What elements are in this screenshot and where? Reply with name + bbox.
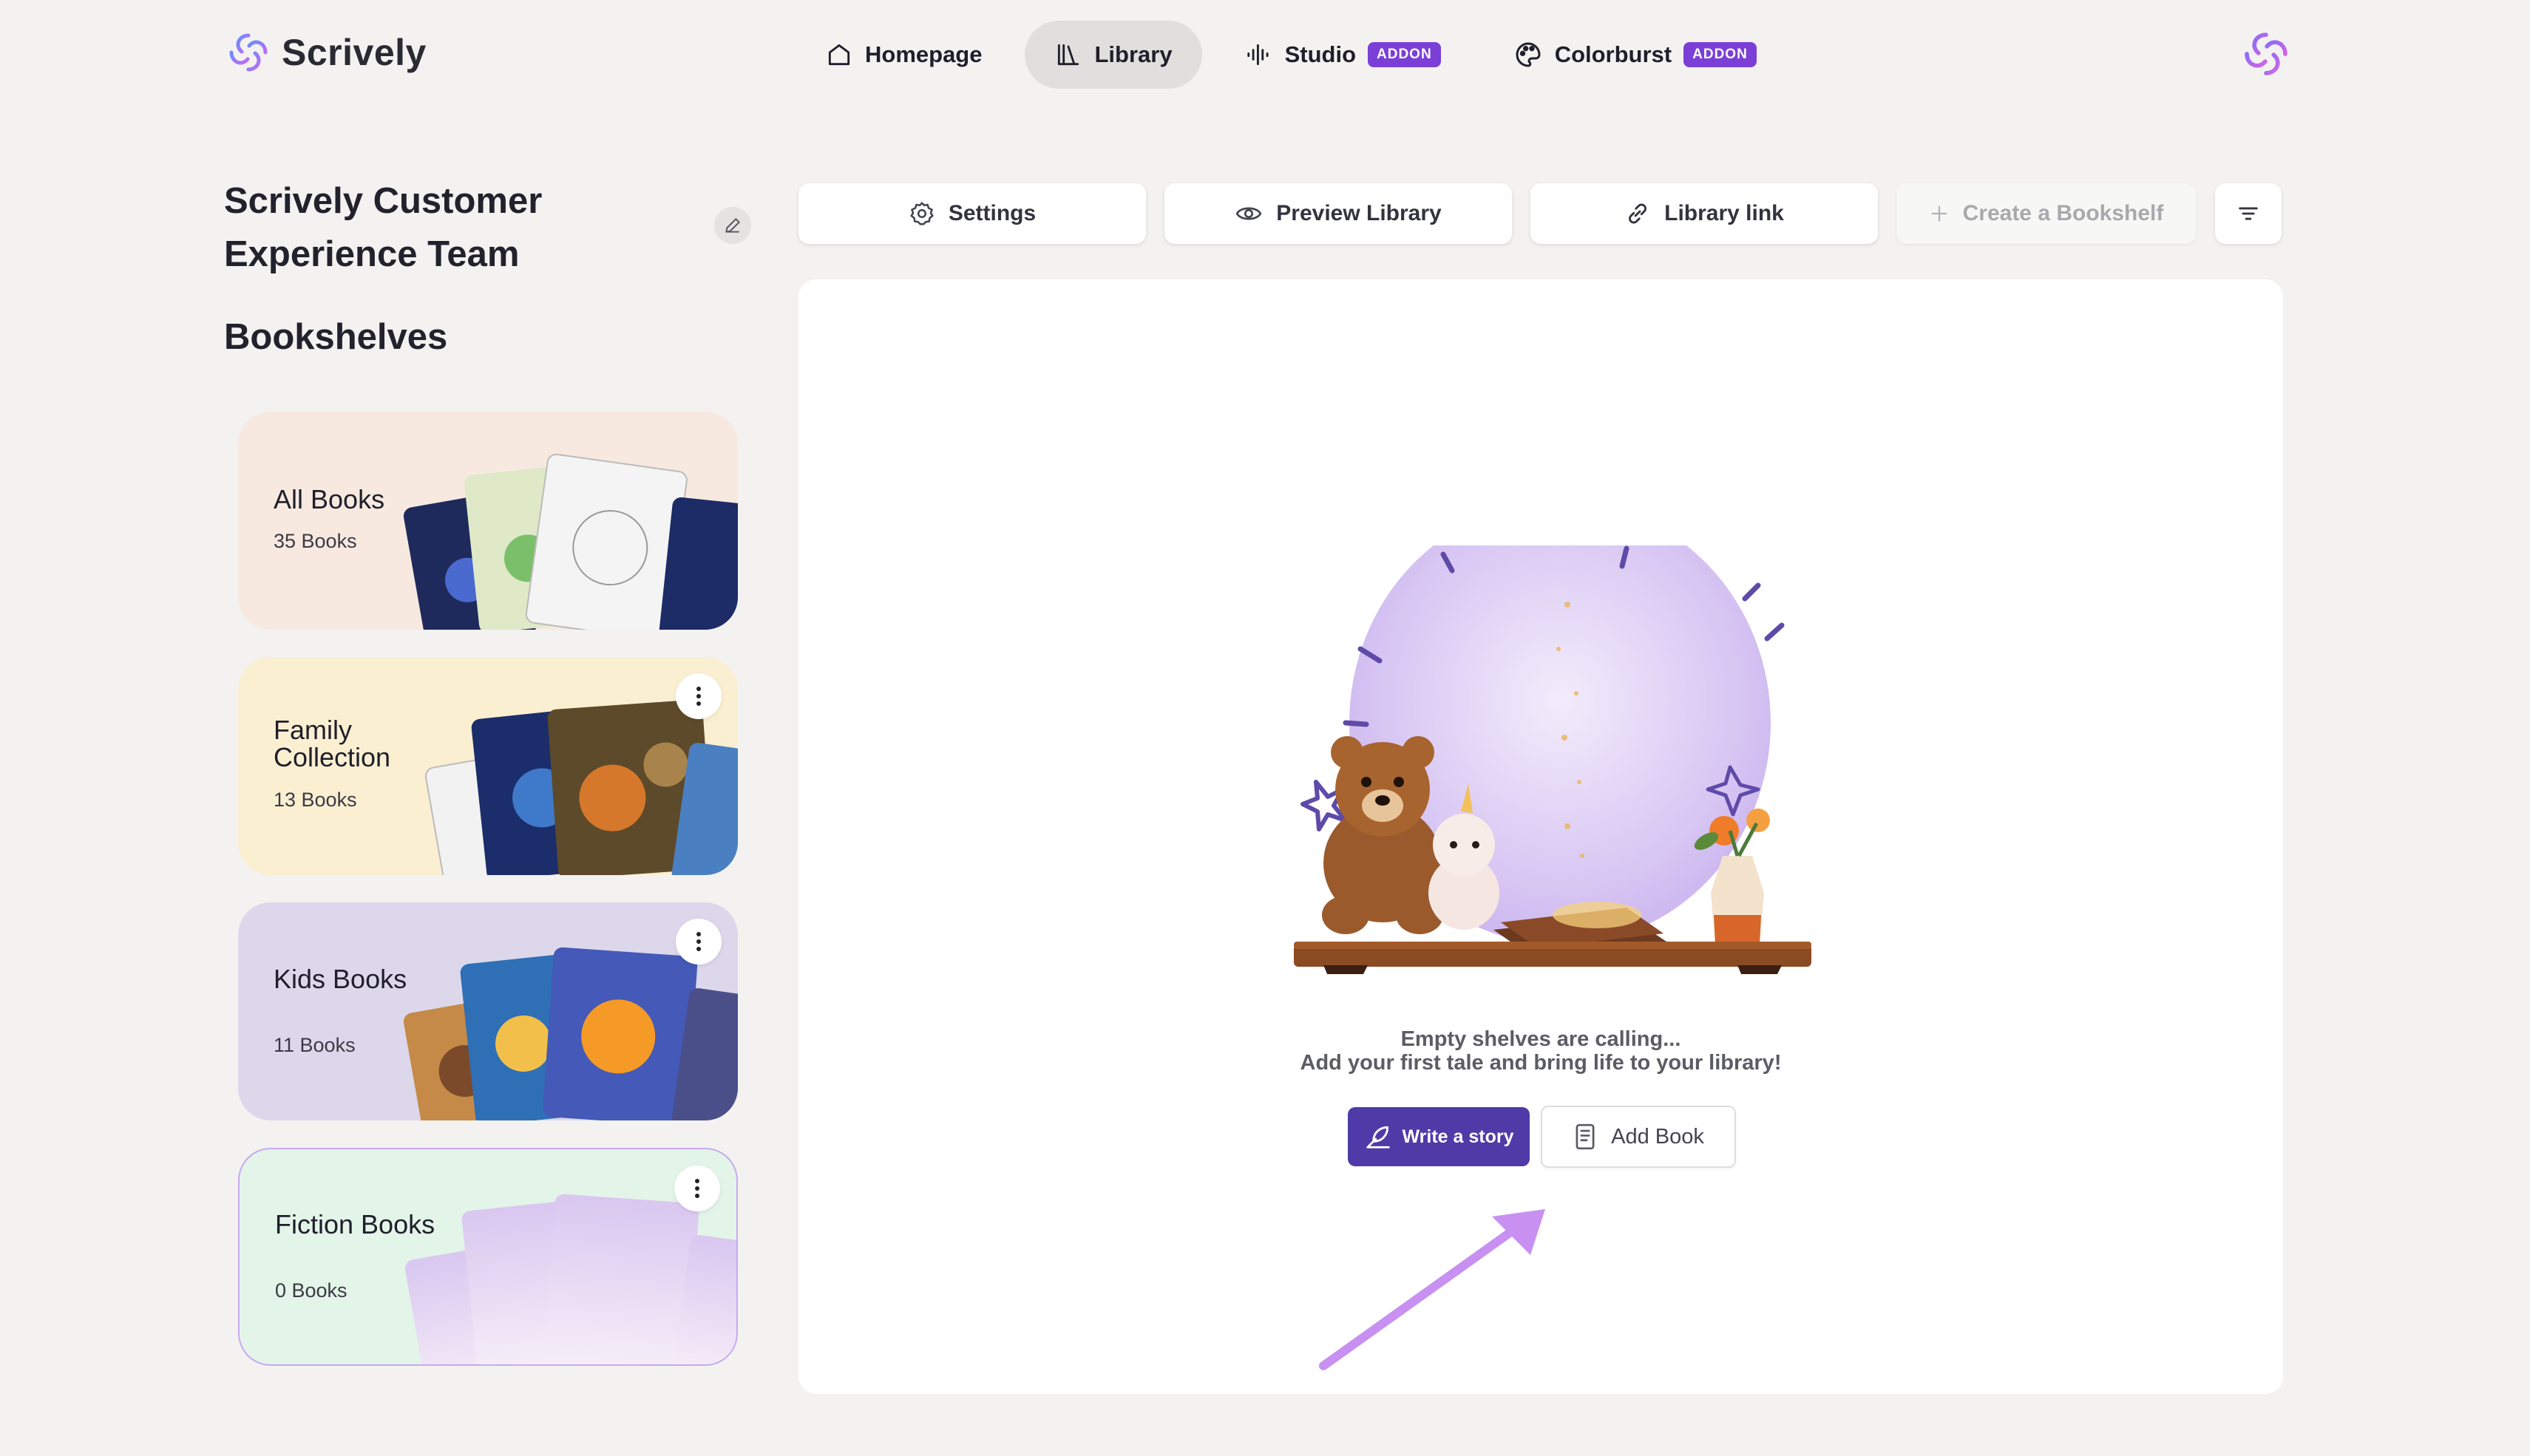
bookshelf-card-kids-books[interactable]: Kids Books 11 Books <box>238 902 738 1120</box>
home-icon <box>828 44 850 66</box>
bookshelf-card-family-collection[interactable]: Family Collection 13 Books <box>238 657 738 875</box>
bookshelf-card-all-books[interactable]: All Books 35 Books <box>238 412 738 630</box>
create-bookshelf-label: Create a Bookshelf <box>1962 201 2164 225</box>
shelf-menu-button[interactable] <box>674 1166 720 1211</box>
hint-arrow-icon <box>1319 1209 1545 1370</box>
bookshelves-heading: Bookshelves <box>224 317 448 357</box>
book-icon <box>1576 1123 1595 1150</box>
nav-colorburst[interactable]: Colorburst ADDON <box>1484 21 1786 89</box>
addon-badge: ADDON <box>1683 42 1757 67</box>
shelf-count: 0 Books <box>275 1279 347 1302</box>
library-content-panel: Empty shelves are calling... Add your fi… <box>798 279 2283 1394</box>
team-name: Scrively Customer Experience Team <box>224 181 543 274</box>
more-vertical-icon <box>696 932 701 951</box>
shelf-count: 35 Books <box>274 530 357 552</box>
addon-badge: ADDON <box>1368 42 1441 67</box>
nav-homepage-label: Homepage <box>865 41 983 67</box>
app-name: Scrively <box>282 32 427 73</box>
shelf-menu-button[interactable] <box>676 673 722 719</box>
empty-state-title: Empty shelves are calling... <box>1400 1027 1681 1051</box>
nav-library-label: Library <box>1094 41 1173 67</box>
pencil-icon <box>725 218 740 233</box>
edit-team-name-button[interactable] <box>714 207 751 244</box>
gear-icon <box>909 201 934 225</box>
library-icon <box>1058 44 1079 66</box>
link-icon <box>1629 203 1647 224</box>
shelf-menu-button[interactable] <box>676 919 722 965</box>
settings-label: Settings <box>948 201 1037 225</box>
nav-studio-label: Studio <box>1284 41 1357 67</box>
main-nav: Homepage Library Studio ADDON Colorburst… <box>796 21 1800 89</box>
profile-avatar[interactable] <box>2240 28 2292 84</box>
quill-icon <box>1366 1126 1390 1149</box>
bookshelf-card-fiction-books[interactable]: Fiction Books 0 Books <box>238 1148 738 1366</box>
scrively-logo-icon <box>229 33 268 72</box>
library-link-label: Library link <box>1664 201 1784 225</box>
write-story-label: Write a story <box>1402 1126 1514 1147</box>
settings-button[interactable]: Settings <box>798 183 1146 244</box>
write-story-button[interactable]: Write a story <box>1348 1107 1530 1166</box>
filter-icon <box>2239 207 2258 220</box>
library-link-button[interactable]: Library link <box>1530 183 1878 244</box>
shelf-count: 13 Books <box>274 789 357 811</box>
top-navigation: Scrively Homepage Library Studio ADDON C… <box>0 0 2530 111</box>
preview-library-button[interactable]: Preview Library <box>1164 183 1512 244</box>
nav-studio[interactable]: Studio ADDON <box>1215 21 1471 89</box>
nav-homepage[interactable]: Homepage <box>796 21 1011 89</box>
app-logo[interactable]: Scrively <box>225 30 427 75</box>
add-book-button[interactable]: Add Book <box>1541 1106 1736 1168</box>
empty-state-subtitle: Add your first tale and bring life to yo… <box>1300 1051 1782 1075</box>
add-book-label: Add Book <box>1611 1124 1704 1149</box>
nav-library[interactable]: Library <box>1025 21 1202 89</box>
empty-shelf-illustration <box>1294 545 1811 974</box>
more-vertical-icon <box>695 1179 699 1198</box>
preview-library-label: Preview Library <box>1276 201 1442 225</box>
scrively-logo-icon <box>2245 33 2287 75</box>
eye-icon <box>1235 207 1262 220</box>
filter-button[interactable] <box>2215 183 2282 244</box>
audio-wave-icon <box>1247 44 1269 66</box>
more-vertical-icon <box>696 687 701 706</box>
create-bookshelf-button[interactable]: Create a Bookshelf <box>1896 183 2196 244</box>
plus-icon <box>1931 205 1947 222</box>
shelf-count: 11 Books <box>274 1034 356 1056</box>
palette-icon <box>1516 42 1541 67</box>
nav-colorburst-label: Colorburst <box>1554 41 1672 67</box>
book-covers-preview <box>403 453 738 630</box>
